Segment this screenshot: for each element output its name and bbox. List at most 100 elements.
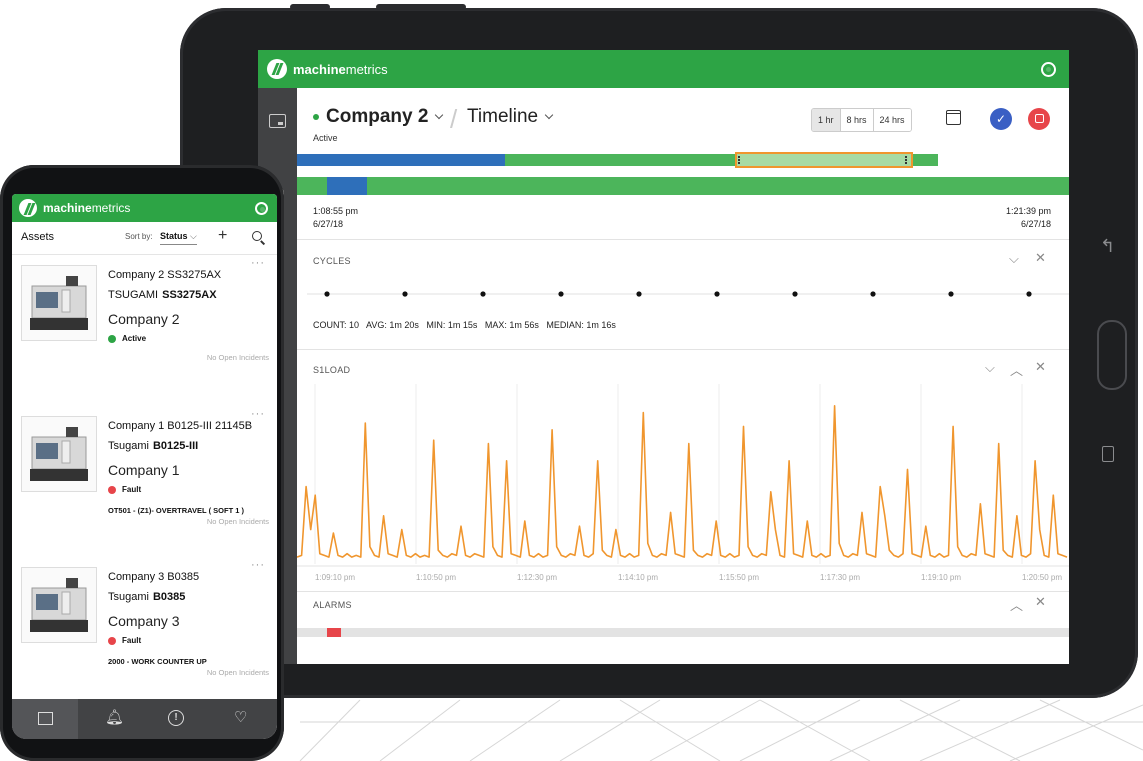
brand-light: metrics	[345, 61, 388, 77]
more-options-icon[interactable]: ···	[251, 408, 265, 420]
bell-icon: 🔔︎	[105, 709, 125, 726]
rail-assets-icon[interactable]	[269, 114, 286, 128]
sort-by-label: Sort by:	[125, 232, 153, 241]
x-tick-label: 1:17:30 pm	[820, 573, 860, 582]
asset-card[interactable]: ··· Company 1 B0125-III 21145B Tsugami B012…	[12, 406, 277, 559]
cycle-point[interactable]	[480, 291, 486, 297]
brand-logo: machine metrics	[19, 199, 130, 217]
tablet-volume-button	[376, 4, 466, 10]
search-icon[interactable]	[252, 231, 262, 241]
status-dot	[108, 485, 116, 494]
s1load-title: S1LOAD	[313, 365, 351, 375]
settings-gear-icon[interactable]	[1041, 62, 1056, 77]
add-icon[interactable]: +	[218, 227, 227, 245]
cycles-track	[307, 291, 1069, 297]
expand-chevron-icon[interactable]: ︿	[1010, 360, 1023, 379]
heartbeat-icon: ♡	[234, 709, 248, 726]
view-title: Timeline	[467, 106, 539, 127]
collapse-chevron-icon[interactable]: ⌵	[985, 360, 995, 376]
settings-gear-icon[interactable]	[255, 202, 268, 215]
status-badge: Fault	[108, 636, 141, 645]
status-dot	[108, 334, 116, 343]
tab-notifications[interactable]: 🔔︎	[78, 699, 144, 739]
logo-icon	[19, 199, 37, 217]
x-tick-label: 1:20:50 pm	[1022, 573, 1062, 582]
phone-side-button	[0, 295, 1, 355]
chevron-down-icon	[435, 110, 444, 120]
drag-handle-left[interactable]	[738, 156, 743, 164]
cycle-point[interactable]	[948, 291, 954, 297]
drag-handle-right[interactable]	[905, 156, 910, 164]
close-icon[interactable]: ✕	[1035, 250, 1046, 266]
chevron-down-icon	[544, 110, 554, 120]
time-range-toggle: 1 hr 8 hrs 24 hrs	[811, 108, 912, 132]
status-text: Fault	[122, 636, 142, 645]
close-icon[interactable]: ✕	[1035, 359, 1046, 375]
company-selector[interactable]: Company 2	[313, 106, 444, 128]
asset-maker: TSUGAMI	[108, 289, 159, 301]
brand-logo: machine metrics	[267, 59, 388, 79]
cycle-point[interactable]	[792, 291, 798, 297]
start-time: 1:08:55 pm	[313, 206, 359, 216]
status-text: Active	[122, 334, 147, 343]
asset-name: Company 1 B0125-III 21145B	[108, 420, 253, 432]
cycle-point[interactable]	[324, 291, 330, 297]
more-options-icon[interactable]: ···	[251, 559, 265, 571]
brand-bold: machine	[293, 61, 346, 77]
more-options-icon[interactable]: ···	[251, 257, 265, 269]
asset-company: Company 3	[108, 613, 180, 629]
alarms-track	[297, 628, 1069, 637]
home-button[interactable]	[1097, 320, 1127, 390]
asset-card[interactable]: ··· Company 2 SS3275AX TSUGAMI SS3275AX Comp…	[12, 255, 277, 408]
machine-thumbnail	[21, 265, 97, 341]
start-date: 6/27/18	[313, 219, 344, 229]
range-8hrs-button[interactable]: 8 hrs	[839, 109, 873, 131]
phone-side-button	[0, 245, 1, 275]
asset-company: Company 1	[108, 462, 180, 478]
range-1hr-button[interactable]: 1 hr	[812, 109, 840, 131]
tab-incidents[interactable]: !	[144, 699, 210, 739]
expand-chevron-icon[interactable]: ︿	[1010, 595, 1023, 614]
phone-device: machine metrics Assets Sort by: Status ⌵ …	[0, 165, 284, 761]
divider	[297, 591, 1069, 592]
x-tick-label: 1:09:10 pm	[315, 573, 355, 582]
timeline-segment-blue	[297, 154, 505, 166]
timeline-selection-window[interactable]	[735, 152, 913, 168]
tablet-screen: machine metrics Company 2 / Timeline Acti…	[258, 50, 1069, 664]
status-dot	[313, 114, 319, 120]
machine-thumbnail	[21, 567, 97, 643]
incidents-text: No Open Incidents	[206, 668, 269, 677]
x-tick-label: 1:12:30 pm	[517, 573, 557, 582]
stop-button[interactable]	[1028, 108, 1050, 130]
cycle-point[interactable]	[714, 291, 720, 297]
brand-light: metrics	[91, 201, 131, 215]
logo-icon	[267, 59, 287, 79]
alarm-marker[interactable]	[327, 628, 341, 637]
alarm-text: 2000 - WORK COUNTER UP	[108, 657, 207, 666]
view-selector[interactable]: Timeline	[467, 106, 554, 128]
back-icon[interactable]: ↰	[1100, 236, 1115, 257]
x-tick-label: 1:14:10 pm	[618, 573, 658, 582]
close-icon[interactable]: ✕	[1035, 594, 1046, 610]
phone-bottom-nav: 🔔︎ ! ♡	[12, 699, 277, 739]
alert-icon: !	[168, 710, 184, 726]
assets-title: Assets	[21, 231, 55, 243]
sort-select[interactable]: Status ⌵	[160, 231, 197, 245]
recent-apps-icon[interactable]	[1102, 446, 1114, 462]
cycle-point[interactable]	[870, 291, 876, 297]
asset-maker: Tsugami	[108, 440, 149, 452]
asset-card[interactable]: ··· Company 3 B0385 Tsugami B0385 Company 3 F…	[12, 557, 277, 710]
collapse-chevron-icon[interactable]: ⌵	[1009, 251, 1019, 267]
phone-screen: machine metrics Assets Sort by: Status ⌵ …	[12, 194, 277, 739]
detail-timeline[interactable]	[297, 177, 1069, 195]
calendar-icon[interactable]	[946, 110, 961, 125]
tab-health[interactable]: ♡	[210, 699, 276, 739]
cycle-point[interactable]	[558, 291, 564, 297]
check-button[interactable]: ✓	[990, 108, 1012, 130]
range-24hrs-button[interactable]: 24 hrs	[872, 109, 911, 131]
cycle-point[interactable]	[636, 291, 642, 297]
end-time: 1:21:39 pm	[1005, 206, 1051, 216]
tab-assets[interactable]	[12, 699, 78, 739]
cycle-point[interactable]	[1026, 291, 1032, 297]
cycle-point[interactable]	[402, 291, 408, 297]
